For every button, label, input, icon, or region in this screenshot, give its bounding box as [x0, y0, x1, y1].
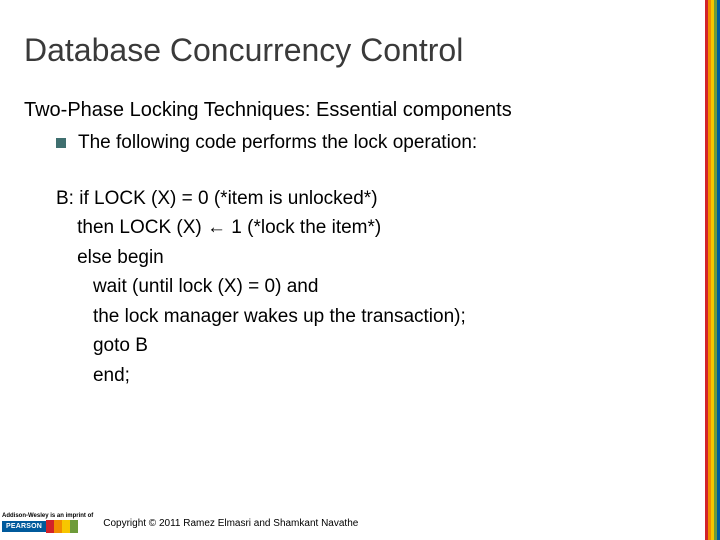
logo-pearson-text: PEARSON [2, 521, 46, 532]
code-block: B: if LOCK (X) = 0 (*item is unlocked*) … [0, 154, 720, 390]
code-line: B: if LOCK (X) = 0 (*item is unlocked*) [56, 184, 720, 213]
bullet-square-icon [56, 138, 66, 148]
copyright-text: Copyright © 2011 Ramez Elmasri and Shamk… [103, 518, 358, 529]
code-line: then LOCK (X) ← 1 (*lock the item*) [56, 213, 720, 242]
side-stripes [705, 0, 720, 540]
logo-swatch-icon [62, 520, 70, 533]
slide-subtitle: Two-Phase Locking Techniques: Essential … [0, 69, 720, 122]
slide-title: Database Concurrency Control [0, 0, 720, 69]
code-line: goto B [56, 331, 720, 360]
bullet-text: The following code performs the lock ope… [78, 132, 477, 154]
code-line: wait (until lock (X) = 0) and [56, 272, 720, 301]
code-line: else begin [56, 243, 720, 272]
bullet-item: The following code performs the lock ope… [0, 122, 720, 154]
logo-swatch-icon [46, 520, 54, 533]
footer: Addison-Wesley is an imprint of PEARSON … [0, 506, 720, 540]
publisher-logo: Addison-Wesley is an imprint of PEARSON [2, 513, 93, 533]
logo-swatch-icon [70, 520, 78, 533]
logo-pearson-wrap: PEARSON [2, 520, 93, 533]
logo-addison-wesley: Addison-Wesley is an imprint of [2, 513, 93, 520]
code-line: end; [56, 361, 720, 390]
slide: Database Concurrency Control Two-Phase L… [0, 0, 720, 540]
logo-swatch-icon [54, 520, 62, 533]
code-line: the lock manager wakes up the transactio… [56, 302, 720, 331]
